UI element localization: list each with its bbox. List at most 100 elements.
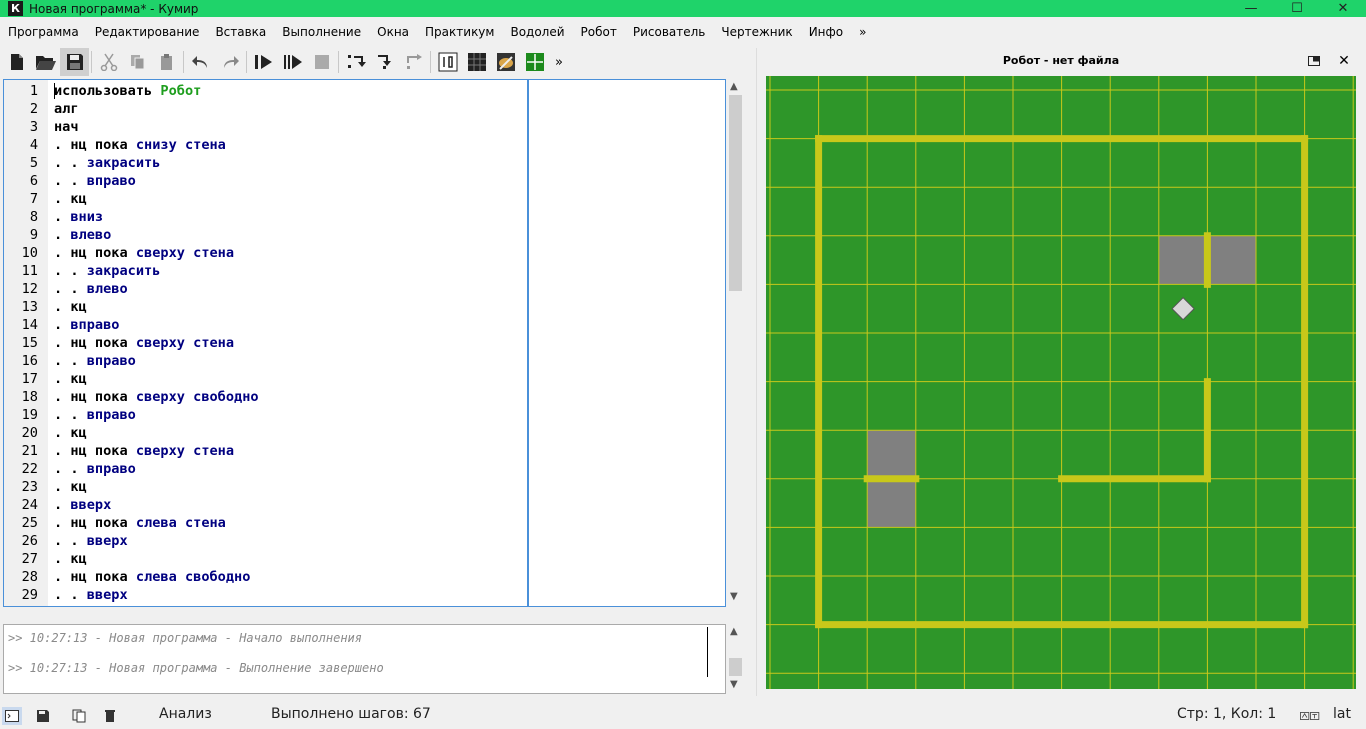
code-area[interactable]: 1 использовать Робот 2 алг 3 нач 4 . нц пока сн… [4,82,528,604]
code-line[interactable]: 7 . кц [4,190,528,208]
code-line[interactable]: 26 . . вверх [4,532,528,550]
maximize-button[interactable]: ☐ [1274,0,1320,17]
scroll-down-icon[interactable]: ▼ [730,679,738,690]
code-token: вправо [86,173,136,189]
code-line[interactable]: 15 . нц пока сверху стена [4,334,528,352]
save-output-icon[interactable] [34,707,54,725]
code-token: . нц пока [54,245,136,261]
code-text: . нц пока снизу стена [54,136,226,154]
menu-item[interactable]: Практикум [417,22,502,42]
menu-item[interactable]: Водолей [502,22,572,42]
editor-scroll-thumb[interactable] [729,95,742,291]
menu-item[interactable]: Инфо [801,22,851,42]
code-token: вправо [86,407,136,423]
code-line[interactable]: 22 . . вправо [4,460,528,478]
code-token: . кц [54,425,87,441]
step-into-icon[interactable] [370,48,399,76]
code-line[interactable]: 10 . нц пока сверху стена [4,244,528,262]
code-token: . . [54,353,87,369]
cut-icon[interactable] [94,48,123,76]
code-line[interactable]: 13 . кц [4,298,528,316]
code-token: . . [54,173,87,189]
copy-output-icon[interactable] [70,707,90,725]
code-line[interactable]: 27 . кц [4,550,528,568]
undo-icon[interactable] [186,48,215,76]
code-line[interactable]: 3 нач [4,118,528,136]
code-editor[interactable]: 1 использовать Робот 2 алг 3 нач 4 . нц пока сн… [3,79,726,607]
run-step-icon[interactable] [278,48,307,76]
code-line[interactable]: 9. влево [4,226,528,244]
line-number: 28 [21,569,38,585]
line-number: 25 [21,515,38,531]
step-over-icon[interactable] [341,48,370,76]
close-window-button[interactable]: ✕ [1320,0,1366,17]
painter-icon[interactable] [491,48,520,76]
menu-item[interactable]: Вставка [207,22,274,42]
scroll-down-icon[interactable]: ▼ [730,591,738,602]
code-line[interactable]: 18 . нц пока сверху свободно [4,388,528,406]
menu-item[interactable]: Окна [369,22,417,42]
code-line[interactable]: 16 . . вправо [4,352,528,370]
redo-icon[interactable] [215,48,244,76]
code-token: . нц пока [54,335,136,351]
copy-icon[interactable] [123,48,152,76]
code-text: . нц пока сверху свободно [54,388,259,406]
code-line[interactable]: 29 . . вверх [4,586,528,604]
undock-icon[interactable] [1305,52,1323,70]
code-line[interactable]: 28 . нц пока слева свободно [4,568,528,586]
editor-margin-divider[interactable] [527,80,529,606]
minimize-button[interactable]: — [1228,0,1274,17]
console-scroll-thumb[interactable] [729,658,742,676]
menu-item[interactable]: Чертежник [713,22,800,42]
editor-scrollbar[interactable]: ▲ ▼ [727,79,744,607]
code-line[interactable]: 2 алг [4,100,528,118]
code-line[interactable]: 4 . нц пока снизу стена [4,136,528,154]
save-icon[interactable] [60,48,89,76]
code-line[interactable]: 25 . нц пока слева стена [4,514,528,532]
scroll-up-icon[interactable]: ▲ [730,626,738,637]
console-toggle-icon[interactable] [2,707,22,725]
run-icon[interactable] [249,48,278,76]
code-line[interactable]: 21 . нц пока сверху стена [4,442,528,460]
code-line[interactable]: 20 . кц [4,424,528,442]
new-file-icon[interactable] [2,48,31,76]
code-line[interactable]: 24. вверх [4,496,528,514]
line-number: 4 [29,137,38,153]
menu-item[interactable]: » [851,22,874,42]
code-token: слева свободно [135,569,251,585]
code-line[interactable]: 8. вниз [4,208,528,226]
painted-cell [1207,235,1256,285]
code-line[interactable]: 11 . . закрасить [4,262,528,280]
code-line[interactable]: 1 использовать Робот [4,82,528,100]
output-console[interactable]: >> 10:27:13 - Новая программа - Начало в… [3,624,726,694]
code-line[interactable]: 19 . . вправо [4,406,528,424]
code-text: . вправо [54,316,119,334]
robot-field[interactable] [766,76,1356,689]
menu-item[interactable]: Рисователь [625,22,714,42]
code-line[interactable]: 23 . кц [4,478,528,496]
close-panel-icon[interactable]: ✕ [1335,52,1353,70]
scroll-up-icon[interactable]: ▲ [730,81,738,92]
code-line[interactable]: 17 . кц [4,370,528,388]
code-line[interactable]: 6 . . вправо [4,172,528,190]
line-number: 13 [21,299,38,315]
drawer-icon[interactable] [520,48,549,76]
menu-item[interactable]: Программа [0,22,87,42]
code-line[interactable]: 14. вправо [4,316,528,334]
counter-icon[interactable] [433,48,462,76]
code-line[interactable]: 5 . . закрасить [4,154,528,172]
toolbar-overflow-button[interactable]: » [549,48,569,76]
menu-item[interactable]: Редактирование [87,22,208,42]
stop-icon[interactable] [307,48,336,76]
paste-icon[interactable] [152,48,181,76]
language-indicator: lat [1333,706,1351,722]
clear-output-icon[interactable] [100,707,120,725]
console-scrollbar[interactable]: ▲ ▼ [727,624,744,694]
code-line[interactable]: 12 . . влево [4,280,528,298]
open-file-icon[interactable] [31,48,60,76]
step-out-icon[interactable] [399,48,428,76]
menu-item[interactable]: Робот [573,22,625,42]
grid-icon[interactable] [462,48,491,76]
line-number: 19 [21,407,38,423]
menu-item[interactable]: Выполнение [274,22,369,42]
